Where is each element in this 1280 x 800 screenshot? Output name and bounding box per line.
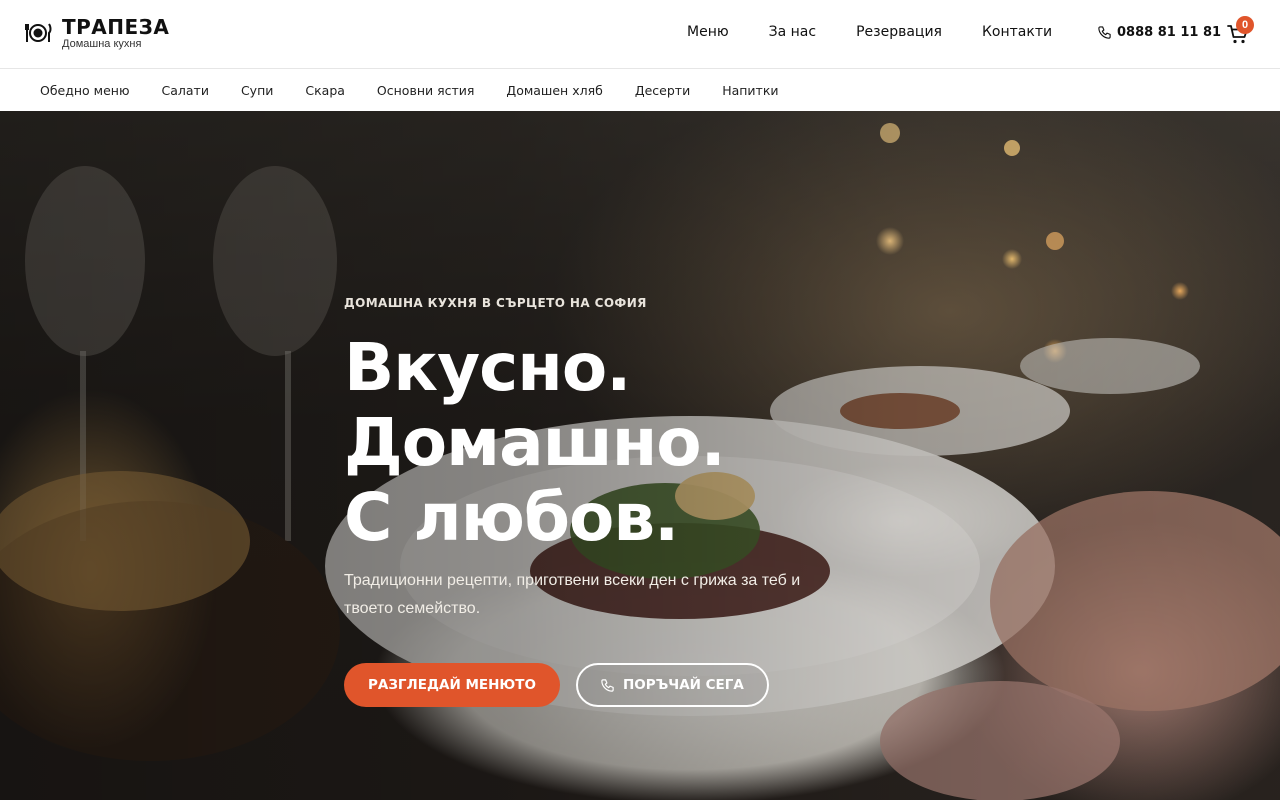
phone-icon: [1098, 26, 1111, 39]
order-now-label: ПОРЪЧАЙ СЕГА: [622, 677, 744, 693]
phone-link[interactable]: 0888 81 11 81: [1097, 25, 1221, 40]
phone-icon: [601, 678, 614, 692]
logo-text: ТРАПЕЗА Домашна кухня: [62, 16, 169, 50]
hero-lead: Традиционни рецепти, приготвени всеки де…: [344, 572, 801, 617]
category-homemade-bread[interactable]: Домашен хляб: [506, 83, 602, 98]
site-header: ТРАПЕЗА Домашна кухня Меню За нас Резерв…: [0, 0, 1280, 69]
hero-buttons: РАЗГЛЕДАЙ МЕНЮТО ПОРЪЧАЙ СЕГА: [344, 663, 944, 707]
nav-reservation[interactable]: Резервация: [856, 24, 942, 40]
category-main-dishes[interactable]: Основни ястия: [377, 83, 475, 98]
hero-content: ДОМАШНА КУХНЯ В СЪРЦЕТО НА СОФИЯ Вкусно.…: [344, 296, 944, 707]
view-menu-button[interactable]: РАЗГЛЕДАЙ МЕНЮТО: [344, 663, 560, 707]
category-desserts[interactable]: Десерти: [635, 83, 690, 98]
category-lunch-menu[interactable]: Обедно меню: [40, 83, 130, 98]
category-drinks[interactable]: Напитки: [722, 83, 778, 98]
nav-contacts[interactable]: Контакти: [982, 24, 1052, 40]
phone-number: 0888 81 11 81: [1117, 25, 1222, 40]
category-nav: Обедно меню Салати Супи Скара Основни яс…: [0, 69, 1280, 111]
cart-count-badge: 0: [1236, 16, 1254, 34]
hero-headline: Вкусно. Домашно. С любов.: [344, 330, 944, 555]
order-now-button[interactable]: ПОРЪЧАЙ СЕГА: [575, 663, 769, 707]
nav-about[interactable]: За нас: [769, 24, 816, 40]
plate-cutlery-icon: [25, 23, 52, 42]
headline-line: С любов.: [344, 479, 679, 556]
category-grill[interactable]: Скара: [305, 83, 345, 98]
brand-subtitle: Домашна кухня: [62, 38, 142, 50]
headline-line: Домашно.: [344, 404, 726, 481]
main-nav: Меню За нас Резервация Контакти: [687, 24, 1052, 40]
brand-title: ТРАПЕЗА: [62, 15, 170, 39]
headline-line: Вкусно.: [344, 329, 631, 406]
nav-menu[interactable]: Меню: [687, 24, 729, 40]
category-salads[interactable]: Салати: [162, 83, 209, 98]
hero-kicker: ДОМАШНА КУХНЯ В СЪРЦЕТО НА СОФИЯ: [344, 296, 647, 310]
hero-section: ДОМАШНА КУХНЯ В СЪРЦЕТО НА СОФИЯ Вкусно.…: [0, 111, 1280, 800]
category-soups[interactable]: Супи: [241, 83, 273, 98]
logo[interactable]: ТРАПЕЗА Домашна кухня: [24, 16, 169, 50]
